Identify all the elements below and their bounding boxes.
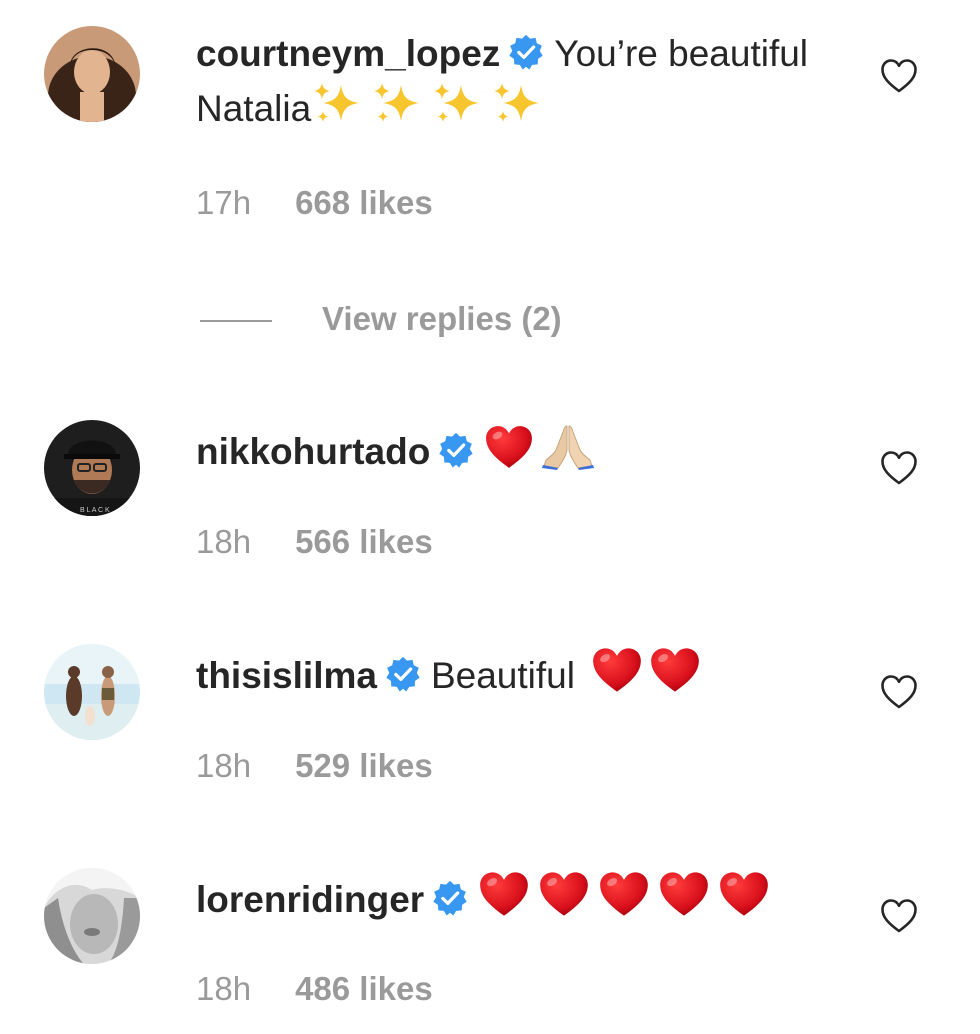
username[interactable]: thisislilma	[196, 655, 377, 696]
comment-text: Beautiful	[430, 655, 575, 696]
sparkles-icon	[491, 79, 545, 127]
like-count[interactable]: 486 likes	[295, 970, 433, 1007]
emoji-group	[478, 879, 770, 920]
comment-meta: 18h 529 likes	[196, 747, 433, 785]
comment-time[interactable]: 18h	[196, 747, 251, 784]
username[interactable]: lorenridinger	[196, 879, 424, 920]
like-heart-icon[interactable]	[880, 674, 918, 710]
red-heart-icon	[598, 870, 650, 918]
comment-body: courtneym_lopez You’re beautiful Natalia	[196, 28, 846, 134]
comment-body: thisislilma Beautiful	[196, 646, 846, 701]
like-heart-icon[interactable]	[880, 898, 918, 934]
comment-body: lorenridinger	[196, 870, 846, 925]
comment-body: nikkohurtado	[196, 422, 846, 477]
red-heart-icon	[484, 424, 534, 470]
like-count[interactable]: 566 likes	[295, 523, 433, 560]
red-heart-icon	[658, 870, 710, 918]
avatar[interactable]	[44, 868, 140, 964]
verified-badge-icon	[438, 432, 474, 468]
sparkles-icon	[311, 79, 365, 127]
like-heart-icon[interactable]	[880, 58, 918, 94]
like-count[interactable]: 668 likes	[295, 184, 433, 221]
verified-badge-icon	[508, 34, 544, 70]
comment-meta: 18h 566 likes	[196, 523, 433, 561]
red-heart-icon	[478, 870, 530, 918]
replies-divider	[200, 320, 272, 323]
sparkles-emoji-group	[311, 88, 545, 129]
verified-badge-icon	[432, 880, 468, 916]
red-heart-icon	[718, 870, 770, 918]
like-heart-icon[interactable]	[880, 450, 918, 486]
comment-time[interactable]: 18h	[196, 970, 251, 1007]
folded-hands-icon	[540, 422, 596, 470]
comment-meta: 18h 486 likes	[196, 970, 433, 1008]
emoji-group	[591, 655, 701, 696]
sparkles-icon	[371, 79, 425, 127]
comment-time[interactable]: 18h	[196, 523, 251, 560]
verified-badge-icon	[385, 656, 421, 692]
comment-meta: 17h 668 likes	[196, 184, 433, 222]
comment-time[interactable]: 17h	[196, 184, 251, 221]
emoji-group	[484, 431, 596, 472]
like-count[interactable]: 529 likes	[295, 747, 433, 784]
svg-text:B L A C K: B L A C K	[80, 507, 110, 514]
sparkles-icon	[431, 79, 485, 127]
avatar[interactable]: B L A C K	[44, 420, 140, 516]
avatar[interactable]	[44, 644, 140, 740]
view-replies-button[interactable]: View replies (2)	[200, 300, 562, 340]
avatar[interactable]	[44, 26, 140, 122]
red-heart-icon	[538, 870, 590, 918]
username[interactable]: nikkohurtado	[196, 431, 430, 472]
username[interactable]: courtneym_lopez	[196, 33, 500, 74]
red-heart-icon	[649, 646, 701, 694]
red-heart-icon	[591, 646, 643, 694]
view-replies-label: View replies (2)	[322, 300, 562, 337]
